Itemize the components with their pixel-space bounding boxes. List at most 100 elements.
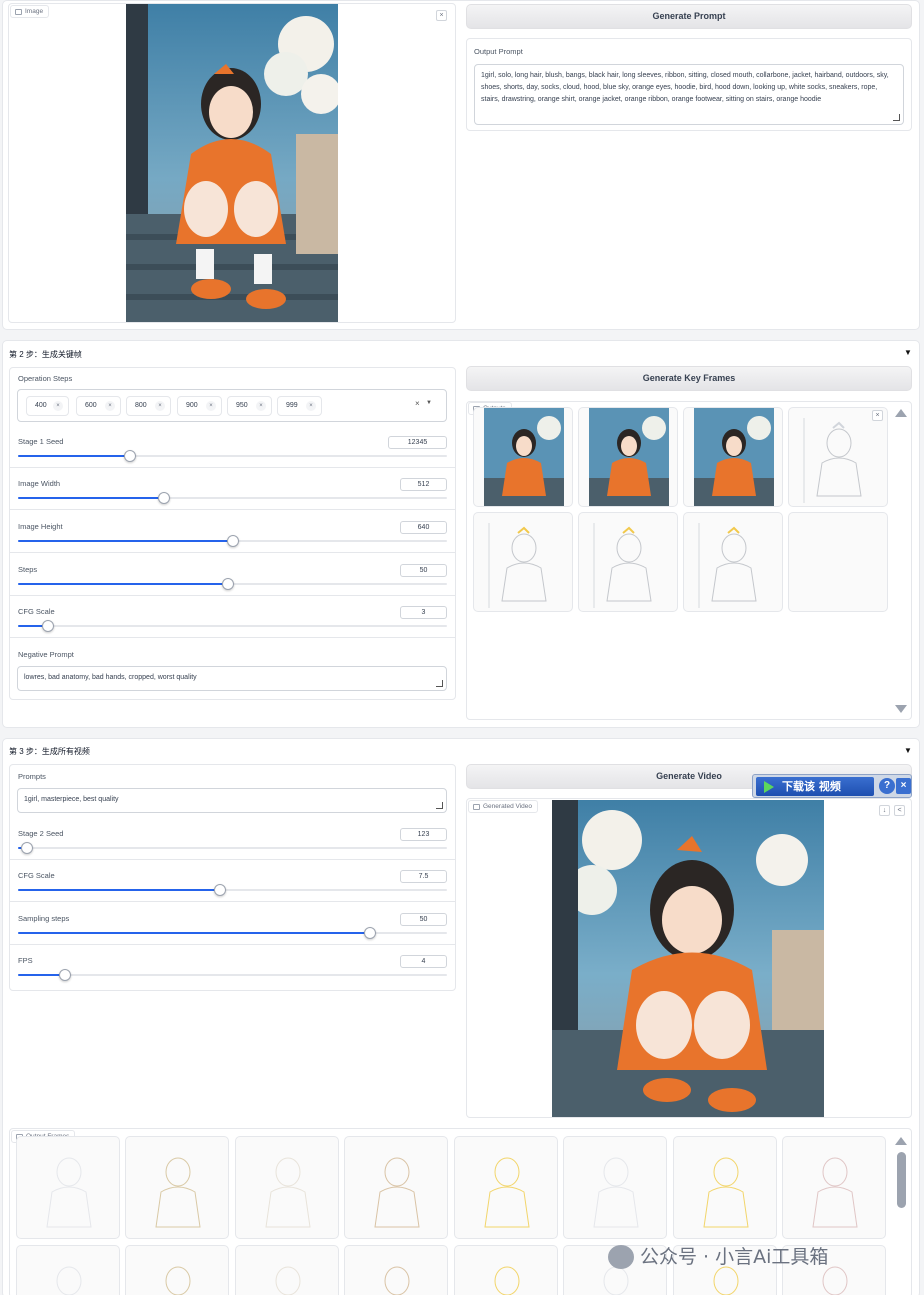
- resize-handle-icon[interactable]: [893, 114, 900, 121]
- generate-key-frames-button[interactable]: Generate Key Frames: [466, 366, 912, 391]
- section2-title[interactable]: 第 2 步：生成关键帧: [9, 349, 82, 360]
- step-chip[interactable]: 400 ×: [26, 396, 69, 416]
- remove-chip-icon[interactable]: ×: [206, 401, 216, 411]
- slider-number-input[interactable]: 7.5: [400, 870, 447, 883]
- slider-thumb[interactable]: [42, 620, 55, 632]
- output-frame-thumbnail[interactable]: [235, 1136, 339, 1239]
- slider-thumb[interactable]: [226, 535, 239, 547]
- slider-fill: [18, 583, 229, 585]
- dropdown-arrow-icon[interactable]: ▼: [426, 400, 432, 406]
- slider-thumb[interactable]: [123, 450, 136, 462]
- scroll-up-icon[interactable]: [895, 409, 907, 417]
- resize-handle-icon[interactable]: [436, 802, 443, 809]
- slider-number-input[interactable]: 12345: [388, 436, 447, 449]
- negative-prompt-textarea[interactable]: lowres, bad anatomy, bad hands, cropped,…: [17, 666, 447, 691]
- key-frame-art: [484, 408, 564, 506]
- output-frame-thumbnail[interactable]: [782, 1136, 886, 1239]
- output-frame-sketch: [46, 1157, 92, 1228]
- slider-label: CFG Scale: [18, 607, 55, 616]
- key-frame-thumbnail[interactable]: [473, 407, 573, 507]
- key-frame-thumbnail[interactable]: [578, 407, 678, 507]
- slider-track[interactable]: [18, 927, 447, 939]
- remove-chip-icon[interactable]: ×: [53, 401, 63, 411]
- step-chip[interactable]: 600 ×: [76, 396, 121, 416]
- scrollbar-thumb[interactable]: [897, 1152, 906, 1208]
- step-chip[interactable]: 800 ×: [126, 396, 171, 416]
- clear-all-icon[interactable]: ×: [415, 399, 420, 408]
- output-frame-thumbnail[interactable]: [235, 1245, 339, 1295]
- slider-track[interactable]: [18, 578, 447, 590]
- step-chip[interactable]: 950 ×: [227, 396, 272, 416]
- slider-track[interactable]: [18, 450, 447, 462]
- slider-track[interactable]: [18, 492, 447, 504]
- resize-handle-icon[interactable]: [436, 680, 443, 687]
- key-frame-thumbnail[interactable]: [788, 512, 888, 612]
- slider-track[interactable]: [18, 884, 447, 896]
- slider-track[interactable]: [18, 842, 447, 854]
- output-frame-thumbnail[interactable]: [454, 1136, 558, 1239]
- step-chip[interactable]: 900 ×: [177, 396, 222, 416]
- divider: [9, 595, 456, 596]
- prompts-textarea[interactable]: 1girl, masterpiece, best quality: [17, 788, 447, 813]
- key-frame-thumbnail[interactable]: [683, 407, 783, 507]
- key-frame-thumbnail[interactable]: [578, 512, 678, 612]
- key-frame-thumbnail[interactable]: [788, 407, 888, 507]
- download-icon[interactable]: ↓: [879, 805, 890, 816]
- output-frame-thumbnail[interactable]: [344, 1245, 448, 1295]
- input-image: [126, 4, 338, 322]
- section3-title[interactable]: 第 3 步：生成所有视频: [9, 746, 90, 757]
- remove-chip-icon[interactable]: ×: [306, 401, 316, 411]
- slider-track[interactable]: [18, 535, 447, 547]
- generated-video-player[interactable]: [552, 800, 824, 1117]
- operation-steps-label: Operation Steps: [18, 374, 73, 383]
- divider: [9, 509, 456, 510]
- download-video-button[interactable]: 下载该 视频: [756, 777, 874, 796]
- operation-steps-multiselect[interactable]: 400 × 600 × 800 × 900 × 950 × 999 × × ▼: [17, 389, 447, 422]
- share-icon[interactable]: <: [894, 805, 905, 816]
- key-frame-thumbnail[interactable]: [683, 512, 783, 612]
- slider-number-input[interactable]: 640: [400, 521, 447, 534]
- output-frame-thumbnail[interactable]: [454, 1245, 558, 1295]
- remove-chip-icon[interactable]: ×: [256, 401, 266, 411]
- slider-thumb[interactable]: [363, 927, 376, 939]
- scroll-up-icon[interactable]: [895, 1137, 907, 1145]
- slider-fill: [18, 974, 66, 976]
- download-video-overlay[interactable]: 下载该 视频 ? ×: [752, 774, 912, 798]
- help-icon[interactable]: ?: [879, 778, 895, 794]
- slider-number-input[interactable]: 123: [400, 828, 447, 841]
- slider-number-input[interactable]: 3: [400, 606, 447, 619]
- output-frame-sketch: [265, 1157, 311, 1228]
- slider-number-input[interactable]: 4: [400, 955, 447, 968]
- section3-collapse-icon[interactable]: ▼: [904, 746, 912, 755]
- slider-thumb[interactable]: [157, 492, 170, 504]
- slider-number-input[interactable]: 50: [400, 913, 447, 926]
- step-chip[interactable]: 999 ×: [277, 396, 322, 416]
- divider: [9, 859, 456, 860]
- output-frame-thumbnail[interactable]: [16, 1245, 120, 1295]
- scroll-down-icon[interactable]: [895, 705, 907, 713]
- output-frame-thumbnail[interactable]: [563, 1136, 667, 1239]
- close-gallery-icon[interactable]: ×: [872, 410, 883, 421]
- slider-thumb[interactable]: [20, 842, 33, 854]
- slider-number-input[interactable]: 50: [400, 564, 447, 577]
- generate-prompt-button[interactable]: Generate Prompt: [466, 4, 912, 29]
- output-frame-thumbnail[interactable]: [344, 1136, 448, 1239]
- clear-image-icon[interactable]: ×: [436, 10, 447, 21]
- output-frame-sketch: [275, 1266, 301, 1295]
- output-frame-thumbnail[interactable]: [673, 1136, 777, 1239]
- close-overlay-icon[interactable]: ×: [896, 778, 911, 794]
- divider: [9, 467, 456, 468]
- slider-track[interactable]: [18, 620, 447, 632]
- slider-number-input[interactable]: 512: [400, 478, 447, 491]
- output-prompt-textarea[interactable]: 1girl, solo, long hair, blush, bangs, bl…: [474, 64, 904, 125]
- output-frame-thumbnail[interactable]: [16, 1136, 120, 1239]
- output-frame-thumbnail[interactable]: [125, 1136, 229, 1239]
- key-frame-thumbnail[interactable]: [473, 512, 573, 612]
- output-frame-thumbnail[interactable]: [125, 1245, 229, 1295]
- output-prompt-text: 1girl, solo, long hair, blush, bangs, bl…: [481, 72, 889, 103]
- remove-chip-icon[interactable]: ×: [105, 401, 115, 411]
- remove-chip-icon[interactable]: ×: [155, 401, 165, 411]
- slider-thumb[interactable]: [213, 884, 226, 896]
- slider-track[interactable]: [18, 969, 447, 981]
- section2-collapse-icon[interactable]: ▼: [904, 348, 912, 357]
